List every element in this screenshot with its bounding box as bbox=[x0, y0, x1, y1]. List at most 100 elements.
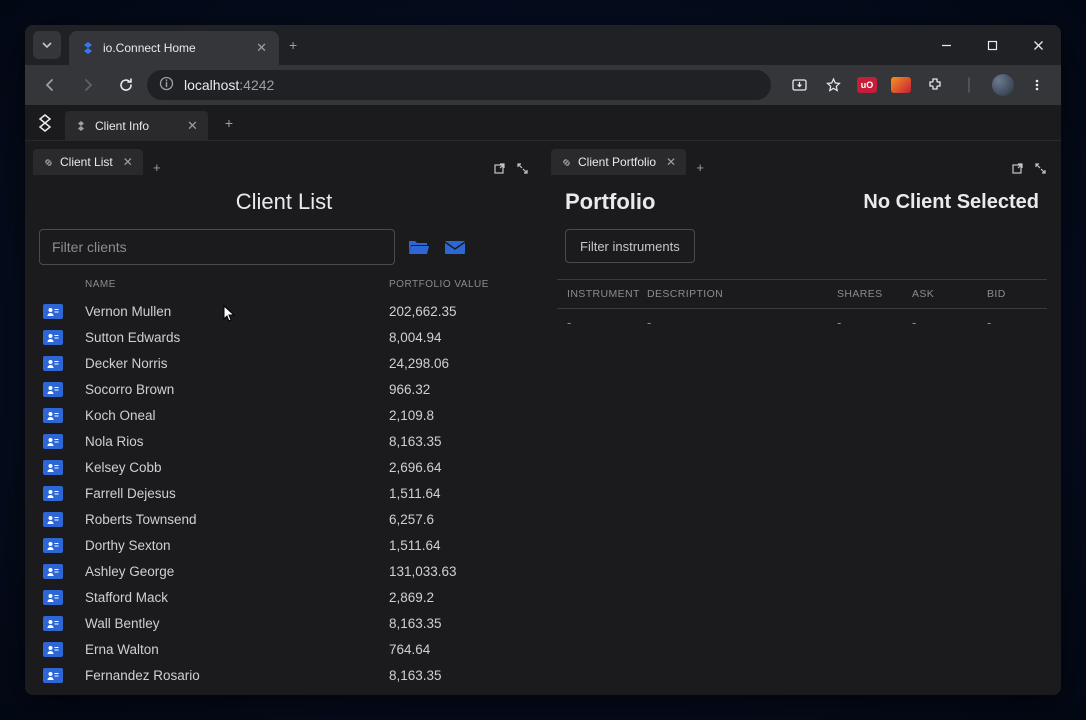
forward-button[interactable] bbox=[71, 69, 105, 101]
client-card-icon bbox=[43, 616, 63, 631]
client-name: Kelsey Cobb bbox=[85, 460, 389, 475]
client-row[interactable]: Ashley George131,033.63 bbox=[39, 558, 529, 584]
add-panel-tab-right[interactable]: + bbox=[686, 160, 714, 175]
client-name: Erna Walton bbox=[85, 642, 389, 657]
minimize-button[interactable] bbox=[923, 25, 969, 65]
header-name: NAME bbox=[85, 279, 389, 290]
client-row[interactable]: Erna Walton764.64 bbox=[39, 636, 529, 662]
client-card-icon bbox=[43, 642, 63, 657]
panel-tabs-left: Client List ✕ + bbox=[29, 145, 539, 175]
client-row[interactable]: Dorthy Sexton1,511.64 bbox=[39, 532, 529, 558]
client-list-tab-close[interactable]: ✕ bbox=[123, 155, 133, 169]
reload-button[interactable] bbox=[109, 69, 143, 101]
workspace-tab-label: Client Info bbox=[95, 119, 149, 133]
client-card-icon bbox=[43, 538, 63, 553]
site-info-icon[interactable] bbox=[159, 76, 174, 94]
client-row[interactable]: Sutton Edwards8,004.94 bbox=[39, 324, 529, 350]
back-button[interactable] bbox=[33, 69, 67, 101]
header-ask: ASK bbox=[912, 288, 987, 300]
profile-avatar[interactable] bbox=[987, 69, 1019, 101]
url-field[interactable]: localhost:4242 bbox=[147, 70, 771, 100]
client-row[interactable]: Koch Oneal2,109.8 bbox=[39, 402, 529, 428]
bookmark-button[interactable] bbox=[817, 69, 849, 101]
extension-other[interactable] bbox=[885, 69, 917, 101]
client-card-icon bbox=[43, 590, 63, 605]
folder-open-icon[interactable] bbox=[407, 237, 431, 257]
link-icon bbox=[43, 157, 54, 168]
client-portfolio-value: 2,696.64 bbox=[389, 460, 529, 475]
client-list-tab[interactable]: Client List ✕ bbox=[33, 149, 143, 175]
add-workspace-button[interactable]: + bbox=[214, 115, 244, 131]
client-portfolio-value: 2,869.2 bbox=[389, 590, 529, 605]
client-portfolio-tab-label: Client Portfolio bbox=[578, 155, 656, 169]
client-row[interactable]: Decker Norris24,298.06 bbox=[39, 350, 529, 376]
close-window-button[interactable] bbox=[1015, 25, 1061, 65]
add-panel-tab-left[interactable]: + bbox=[143, 160, 171, 175]
client-row[interactable]: Nola Rios8,163.35 bbox=[39, 428, 529, 454]
client-portfolio-value: 202,662.35 bbox=[389, 304, 529, 319]
client-row[interactable]: Kelsey Cobb2,696.64 bbox=[39, 454, 529, 480]
client-row[interactable]: Wall Bentley8,163.35 bbox=[39, 610, 529, 636]
client-row[interactable]: Fernandez Rosario8,163.35 bbox=[39, 662, 529, 688]
portfolio-empty-row: - - - - - bbox=[557, 309, 1047, 336]
client-portfolio-value: 764.64 bbox=[389, 642, 529, 657]
url-text: localhost:4242 bbox=[184, 77, 274, 93]
client-name: Stafford Mack bbox=[85, 590, 389, 605]
install-app-button[interactable] bbox=[783, 69, 815, 101]
tab-search-dropdown[interactable] bbox=[33, 31, 61, 59]
client-name: Koch Oneal bbox=[85, 408, 389, 423]
client-row[interactable]: Stafford Mack2,869.2 bbox=[39, 584, 529, 610]
separator: | bbox=[953, 69, 985, 101]
popout-button-left[interactable] bbox=[493, 162, 506, 175]
expand-button-left[interactable] bbox=[516, 162, 529, 175]
expand-button-right[interactable] bbox=[1034, 162, 1047, 175]
filter-instruments-button[interactable]: Filter instruments bbox=[565, 229, 695, 263]
client-name: Sutton Edwards bbox=[85, 330, 389, 345]
browser-tab[interactable]: io.Connect Home ✕ bbox=[69, 31, 279, 65]
portfolio-body: Portfolio No Client Selected Filter inst… bbox=[547, 175, 1057, 691]
client-name: Nola Rios bbox=[85, 434, 389, 449]
client-name: Fernandez Rosario bbox=[85, 668, 389, 683]
panels-container: Client List ✕ + Client List bbox=[25, 141, 1061, 695]
extension-ublock[interactable]: uO bbox=[851, 69, 883, 101]
browser-menu-button[interactable] bbox=[1021, 69, 1053, 101]
header-portfolio-value: PORTFOLIO VALUE bbox=[389, 279, 529, 290]
client-row[interactable]: Vernon Mullen202,662.35 bbox=[39, 298, 529, 324]
client-portfolio-value: 1,511.64 bbox=[389, 486, 529, 501]
client-table[interactable]: Vernon Mullen202,662.35Sutton Edwards8,0… bbox=[39, 298, 529, 691]
client-list-body: Client List NAME PORTFOLIO VALUE bbox=[29, 175, 539, 691]
filter-clients-input[interactable] bbox=[39, 229, 395, 265]
client-portfolio-value: 131,033.63 bbox=[389, 564, 529, 579]
client-portfolio-tab-close[interactable]: ✕ bbox=[666, 155, 676, 169]
client-card-icon bbox=[43, 382, 63, 397]
client-portfolio-value: 966.32 bbox=[389, 382, 529, 397]
client-name: Decker Norris bbox=[85, 356, 389, 371]
popout-button-right[interactable] bbox=[1011, 162, 1024, 175]
no-client-label: No Client Selected bbox=[863, 191, 1039, 214]
envelope-icon[interactable] bbox=[443, 237, 467, 257]
new-tab-button[interactable]: + bbox=[279, 37, 307, 53]
client-portfolio-value: 6,257.6 bbox=[389, 512, 529, 527]
client-card-icon bbox=[43, 304, 63, 319]
client-portfolio-tab[interactable]: Client Portfolio ✕ bbox=[551, 149, 686, 175]
client-row[interactable]: Socorro Brown966.32 bbox=[39, 376, 529, 402]
workspace-tab-close[interactable]: ✕ bbox=[187, 118, 198, 134]
client-row[interactable]: Farrell Dejesus1,511.64 bbox=[39, 480, 529, 506]
client-name: Wall Bentley bbox=[85, 616, 389, 631]
client-card-icon bbox=[43, 668, 63, 683]
client-card-icon bbox=[43, 460, 63, 475]
header-instrument: INSTRUMENT bbox=[567, 288, 647, 300]
maximize-button[interactable] bbox=[969, 25, 1015, 65]
client-row[interactable]: Roberts Townsend6,257.6 bbox=[39, 506, 529, 532]
url-bar: localhost:4242 uO | bbox=[25, 65, 1061, 105]
workspace-tab[interactable]: Client Info ✕ bbox=[65, 111, 208, 141]
portfolio-title: Portfolio bbox=[565, 189, 655, 215]
header-bid: BID bbox=[987, 288, 1037, 300]
client-portfolio-value: 8,163.35 bbox=[389, 668, 529, 683]
extensions-button[interactable] bbox=[919, 69, 951, 101]
tab-favicon-icon bbox=[81, 41, 95, 55]
portfolio-table-headers: INSTRUMENT DESCRIPTION SHARES ASK BID bbox=[557, 279, 1047, 309]
browser-tab-title: io.Connect Home bbox=[103, 41, 196, 55]
app-logo-icon[interactable] bbox=[25, 105, 65, 141]
tab-close-button[interactable]: ✕ bbox=[256, 40, 267, 56]
